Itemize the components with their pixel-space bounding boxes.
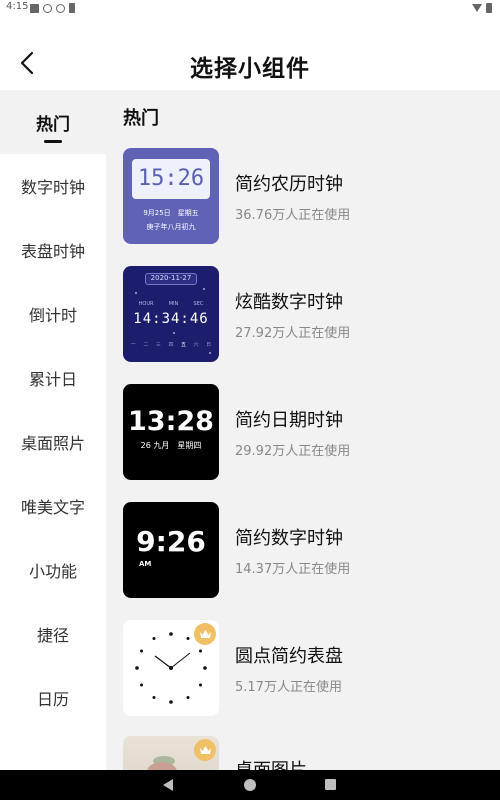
sidebar-item-label: 累计日 — [28, 370, 77, 389]
preview-unit-labels: HOUR MIN SEC — [123, 301, 219, 307]
sidebar-item-label: 唯美文字 — [20, 498, 85, 517]
weekday: 一 — [130, 341, 136, 348]
weekday: 日 — [206, 341, 212, 348]
system-nav-bar — [0, 770, 500, 800]
category-sidebar: 热门 数字时钟 表盘时钟 倒计时 累计日 桌面照片 唯美文字 小功能 捷径 日历 — [0, 90, 106, 770]
weekday: 四 — [168, 341, 174, 348]
widget-item-date-clock[interactable]: 13:28 26 九月 星期四 简约日期时钟 29.92万人正在使用 — [123, 384, 483, 482]
widget-item-desktop-picture[interactable]: 桌面图片 — [123, 736, 483, 770]
notification-icons — [30, 3, 75, 13]
widget-usage: 27.92万人正在使用 — [235, 326, 351, 341]
widget-preview: 2020-11-27 HOUR MIN SEC 14:34:46 一 二 三 四… — [123, 266, 219, 362]
sidebar-item-label: 倒计时 — [28, 306, 77, 325]
preview-date: 9月25日 星期五 — [143, 209, 199, 217]
sidebar-item-label: 数字时钟 — [20, 178, 85, 197]
status-time: 4:15 — [6, 1, 29, 12]
sidebar-item-label: 热门 — [36, 114, 70, 135]
sidebar-item-small-tools[interactable]: 小功能 — [0, 538, 106, 602]
sidebar-item-label: 表盘时钟 — [20, 242, 85, 261]
hour-label: HOUR — [138, 301, 154, 307]
widget-preview — [123, 736, 219, 770]
preview-time: 9:26 — [136, 525, 206, 558]
triangle-back-icon[interactable] — [163, 779, 173, 791]
sidebar-item-dial-clock[interactable]: 表盘时钟 — [0, 218, 106, 282]
widget-usage: 5.17万人正在使用 — [235, 680, 342, 695]
system-icons — [472, 3, 492, 13]
preview-date: 26 九月 星期四 — [140, 441, 202, 450]
widget-list[interactable]: 热门 15:26 9月25日 星期五 庚子年八月初九 简约农历时钟 36.76万… — [106, 90, 500, 770]
widget-preview: 15:26 9月25日 星期五 庚子年八月初九 — [123, 148, 219, 244]
widget-item-cool-digital-clock[interactable]: 2020-11-27 HOUR MIN SEC 14:34:46 一 二 三 四… — [123, 266, 483, 364]
sd-card-icon — [69, 3, 75, 13]
preview-time: 13:28 — [128, 406, 214, 437]
preview-ampm: AM — [139, 560, 152, 568]
weekday: 六 — [193, 341, 199, 348]
data-icon — [56, 3, 65, 13]
header: 选择小组件 — [0, 16, 500, 90]
widget-preview: 9:26 AM — [123, 502, 219, 598]
widget-name: 简约日期时钟 — [235, 410, 343, 431]
widget-item-lunar-clock[interactable]: 15:26 9月25日 星期五 庚子年八月初九 简约农历时钟 36.76万人正在… — [123, 148, 483, 246]
sidebar-item-shortcuts[interactable]: 捷径 — [0, 602, 106, 666]
wifi-icon — [472, 4, 482, 12]
star-decoration — [209, 352, 211, 354]
weekday: 二 — [143, 341, 149, 348]
sidebar-item-label: 桌面照片 — [20, 434, 85, 453]
notification-icon — [30, 3, 39, 13]
preview-date: 2020-11-27 — [150, 274, 192, 282]
widget-usage: 14.37万人正在使用 — [235, 562, 351, 577]
widget-preview — [123, 620, 219, 716]
sidebar-item-beautiful-text[interactable]: 唯美文字 — [0, 474, 106, 538]
page-title: 选择小组件 — [190, 56, 310, 82]
battery-icon — [486, 3, 492, 13]
widget-name: 简约数字时钟 — [235, 528, 343, 549]
star-decoration — [135, 292, 137, 294]
sidebar-item-calendar[interactable]: 日历 — [0, 666, 106, 730]
preview-lunar-date: 庚子年八月初九 — [146, 223, 196, 231]
widget-item-dot-dial[interactable]: 圆点简约表盘 5.17万人正在使用 — [123, 620, 483, 718]
sidebar-item-label: 小功能 — [28, 562, 77, 581]
sync-icon — [43, 3, 52, 13]
sec-label: SEC — [193, 301, 204, 307]
widget-item-simple-digital-clock[interactable]: 9:26 AM 简约数字时钟 14.37万人正在使用 — [123, 502, 483, 600]
widget-name: 简约农历时钟 — [235, 174, 343, 195]
sidebar-item-hot[interactable]: 热门 — [0, 90, 106, 154]
widget-name: 桌面图片 — [235, 756, 307, 770]
active-indicator — [44, 140, 62, 143]
widget-name: 炫酷数字时钟 — [235, 292, 343, 313]
square-recent-icon[interactable] — [325, 779, 336, 790]
sidebar-item-label: 日历 — [36, 690, 69, 709]
star-decoration — [203, 288, 205, 290]
widget-usage: 36.76万人正在使用 — [235, 208, 351, 223]
widget-preview: 13:28 26 九月 星期四 — [123, 384, 219, 480]
preview-weekdays: 一 二 三 四 五 六 日 — [127, 339, 215, 349]
status-bar: 4:15 — [0, 0, 500, 16]
sidebar-item-label: 捷径 — [36, 626, 69, 645]
section-title: 热门 — [123, 108, 159, 129]
sidebar-item-countdown[interactable]: 倒计时 — [0, 282, 106, 346]
preview-time: 14:34:46 — [133, 311, 209, 327]
sidebar-item-digital-clock[interactable]: 数字时钟 — [0, 154, 106, 218]
preview-time: 15:26 — [137, 166, 205, 191]
weekday: 五 — [181, 341, 187, 348]
crown-icon — [194, 623, 216, 645]
widget-usage: 29.92万人正在使用 — [235, 444, 351, 459]
widget-name: 圆点简约表盘 — [235, 646, 343, 667]
sidebar-item-desktop-photo[interactable]: 桌面照片 — [0, 410, 106, 474]
sidebar-item-day-counter[interactable]: 累计日 — [0, 346, 106, 410]
min-label: MIN — [168, 301, 179, 307]
crown-icon — [194, 739, 216, 761]
star-decoration — [173, 332, 175, 334]
weekday: 三 — [155, 341, 161, 348]
circle-home-icon[interactable] — [244, 779, 256, 791]
